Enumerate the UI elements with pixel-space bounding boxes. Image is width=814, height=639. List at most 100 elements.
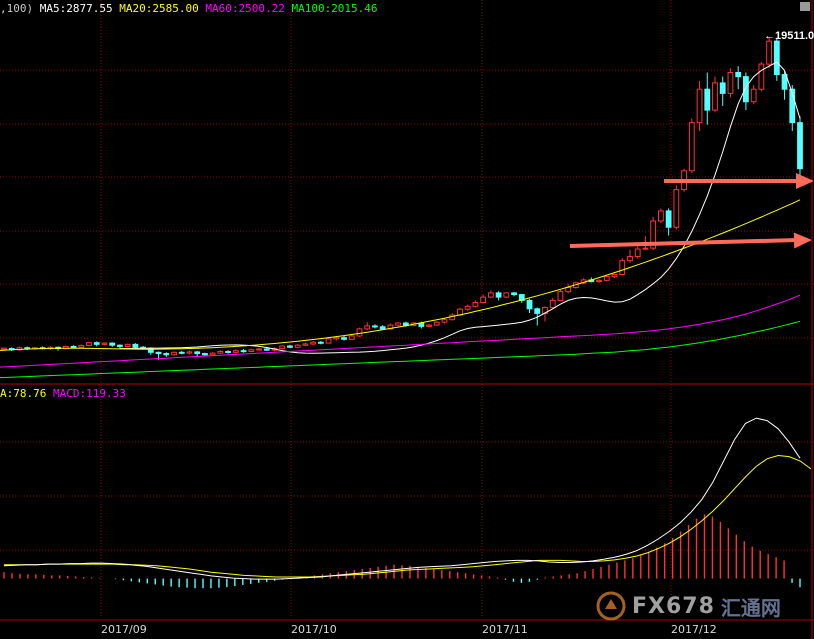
watermark: FX678 汇通网 — [596, 590, 781, 622]
candle-down — [735, 71, 742, 78]
resistance-arrow-head — [796, 173, 814, 189]
candle-down — [773, 40, 780, 76]
candle-up — [294, 344, 301, 348]
candle-down — [202, 353, 208, 356]
candle-up — [712, 82, 718, 111]
candle-down — [93, 342, 100, 345]
date-label-dec: 2017/12 — [671, 623, 717, 636]
candle-up — [480, 296, 487, 304]
candle-up — [603, 276, 610, 281]
candle-up — [766, 40, 772, 65]
ma-line-ma60 — [0, 294, 801, 368]
candle-up — [171, 351, 177, 356]
candle-up — [727, 71, 734, 94]
indicator-header: ,100) MA5:2877.55 MA20:2585.00 MA60:2500… — [0, 2, 378, 16]
candle-up — [395, 322, 402, 326]
peak-price-label: ←19511.0 — [764, 30, 814, 42]
candle-up — [279, 345, 286, 350]
candle-down — [341, 337, 347, 340]
candle-down — [225, 350, 232, 353]
candle-down — [797, 122, 803, 170]
trend-arrows — [569, 173, 814, 249]
candle-up — [433, 321, 440, 326]
candle-up — [217, 350, 224, 354]
candle-down — [511, 292, 517, 296]
candle-down — [194, 351, 201, 355]
candle-up — [634, 248, 641, 258]
candle-up — [503, 292, 510, 298]
candle-down — [495, 292, 502, 298]
ma100-value: MA100:2015.46 — [291, 2, 378, 15]
macd-value: MACD:119.33 — [52, 387, 126, 400]
candle-up — [642, 247, 649, 250]
macd-header: A:78.76 MACD:119.33 — [0, 387, 126, 401]
candle-up — [758, 63, 765, 90]
indicator-prefix: ,100) — [0, 2, 34, 15]
window-corner-icon — [800, 2, 810, 11]
ma20-value: MA20:2585.00 — [119, 2, 199, 15]
candle-down — [317, 341, 324, 344]
candle-down — [287, 345, 293, 348]
candle-up — [627, 256, 633, 262]
candle-down — [178, 351, 185, 354]
ma-line-ma100 — [0, 320, 801, 379]
candle-down — [704, 88, 711, 111]
candle-up — [124, 343, 131, 347]
candle-up — [464, 305, 471, 310]
candle-up — [673, 189, 680, 228]
candle-down — [70, 345, 77, 348]
candle-down — [665, 210, 672, 228]
candle-up — [356, 328, 363, 337]
candle-up — [487, 292, 494, 298]
candle-up — [364, 325, 371, 330]
candle-up — [426, 324, 432, 327]
candle-up — [333, 337, 340, 340]
candle-up — [186, 351, 193, 354]
candle-down — [534, 308, 541, 314]
candle-down — [155, 351, 162, 355]
candle-up — [248, 349, 255, 352]
candlestick-series — [1, 36, 803, 360]
dea-line — [4, 454, 812, 578]
kline-chart — [0, 0, 814, 639]
ma60-value: MA60:2500.22 — [205, 2, 285, 15]
candle-up — [86, 342, 92, 347]
candle-down — [117, 344, 123, 347]
candle-up — [472, 302, 479, 307]
candle-up — [549, 299, 556, 309]
candle-up — [596, 279, 602, 283]
support-arrow-head — [793, 232, 812, 249]
candle-up — [441, 319, 448, 323]
dea-value: A:78.76 — [0, 387, 47, 400]
ma5-value: MA5:2877.55 — [39, 2, 113, 15]
peak-value: 19511.0 — [775, 30, 814, 42]
fx678-logo-icon — [596, 591, 626, 621]
candle-up — [78, 345, 85, 348]
candle-down — [719, 82, 726, 94]
candle-up — [611, 274, 618, 278]
candle-up — [348, 335, 355, 340]
moving-average-lines — [0, 61, 801, 379]
candle-down — [109, 342, 116, 346]
date-label-oct: 2017/10 — [291, 623, 337, 636]
candle-down — [379, 326, 386, 330]
candle-up — [657, 210, 664, 222]
date-label-nov: 2017/11 — [482, 623, 528, 636]
date-label-sep: 2017/09 — [101, 623, 147, 636]
candle-up — [1, 347, 7, 350]
support-arrow-shaft — [569, 238, 799, 248]
candle-up — [565, 286, 572, 293]
candle-up — [302, 343, 309, 346]
candle-up — [101, 342, 108, 345]
candle-up — [696, 88, 703, 124]
macd-panel — [3, 417, 812, 589]
chart-grid — [0, 0, 814, 639]
candle-up — [688, 122, 695, 172]
candle-down — [163, 353, 170, 356]
candle-up — [619, 260, 626, 276]
candle-down — [132, 343, 139, 348]
candle-down — [263, 348, 270, 351]
candle-up — [557, 291, 564, 301]
candle-down — [240, 350, 247, 353]
candle-down — [372, 325, 378, 328]
